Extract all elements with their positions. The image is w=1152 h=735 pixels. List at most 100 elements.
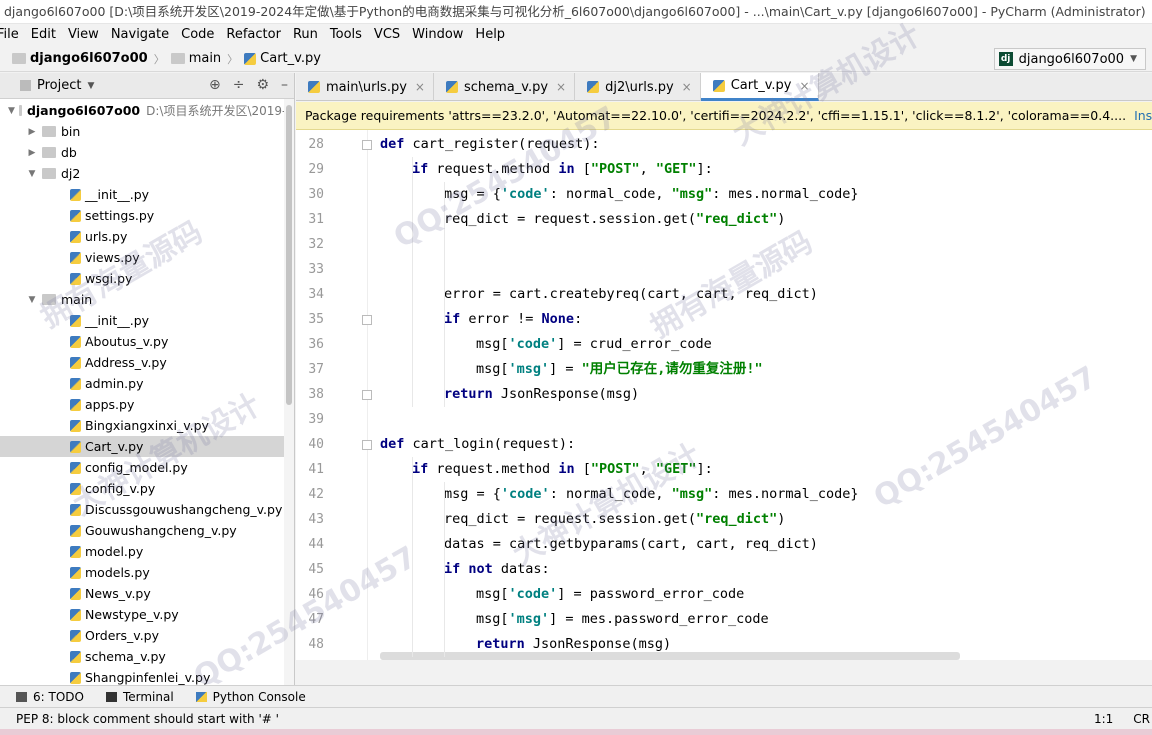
close-icon[interactable]: × <box>415 80 425 94</box>
code-editor[interactable]: 28 def cart_register(request): 29 if reques… <box>296 130 1152 660</box>
code-line[interactable]: if not datas: <box>444 557 550 582</box>
tab-main-urls[interactable]: main\urls.py × <box>296 73 434 101</box>
fold-marker-icon[interactable] <box>362 140 372 150</box>
chevron-right-icon[interactable]: ▶ <box>26 127 38 137</box>
tab-dj2-urls[interactable]: dj2\urls.py × <box>575 73 701 101</box>
tree-item-init-py[interactable]: __init__.py <box>0 310 294 331</box>
code-line[interactable]: msg['code'] = crud_error_code <box>476 332 712 357</box>
code-line[interactable]: return JsonResponse(msg) <box>444 382 639 407</box>
line-separator[interactable]: CR <box>1133 708 1150 730</box>
close-icon[interactable]: × <box>556 80 566 94</box>
terminal-tool-button[interactable]: Terminal <box>105 690 174 704</box>
code-token: "POST" <box>590 161 640 177</box>
menu-run[interactable]: Run <box>287 24 324 46</box>
close-icon[interactable]: × <box>799 79 809 93</box>
tab-cart-v[interactable]: Cart_v.py × <box>700 73 819 101</box>
menu-window[interactable]: Window <box>406 24 469 46</box>
tree-item-apps-py[interactable]: apps.py <box>0 394 294 415</box>
tree-item-cart-v-py[interactable]: Cart_v.py <box>0 436 294 457</box>
chevron-down-icon[interactable]: ▼ <box>8 106 15 116</box>
tree-item-config-v-py[interactable]: config_v.py <box>0 478 294 499</box>
code-line[interactable]: req_dict = request.session.get("req_dict… <box>444 507 785 532</box>
code-line[interactable]: msg['msg'] = mes.password_error_code <box>476 607 769 632</box>
fold-marker-icon[interactable] <box>362 390 372 400</box>
menu-tools[interactable]: Tools <box>324 24 368 46</box>
menu-file[interactable]: File <box>0 24 25 46</box>
code-line[interactable]: if request.method in ["POST", "GET"]: <box>412 157 713 182</box>
close-icon[interactable]: × <box>682 80 692 94</box>
tree-item-label: __init__.py <box>85 187 150 202</box>
menu-code[interactable]: Code <box>175 24 220 46</box>
tree-root[interactable]: ▼ django6l607o00 D:\项目系统开发区\2019-2 <box>0 100 294 121</box>
chevron-right-icon[interactable]: ▶ <box>26 148 38 158</box>
project-scrollbar[interactable] <box>284 99 294 685</box>
menu-view[interactable]: View <box>62 24 105 46</box>
code-line[interactable]: datas = cart.getbyparams(cart, cart, req… <box>444 532 818 557</box>
code-line[interactable]: error = cart.createbyreq(cart, cart, req… <box>444 282 818 307</box>
scrollbar-thumb[interactable] <box>286 105 292 405</box>
tree-item-orders-v-py[interactable]: Orders_v.py <box>0 625 294 646</box>
tree-item-newstype-v-py[interactable]: Newstype_v.py <box>0 604 294 625</box>
tree-item-dj2[interactable]: ▼ dj2 <box>0 163 294 184</box>
tree-item-bingxiangxinxi-v-py[interactable]: Bingxiangxinxi_v.py <box>0 415 294 436</box>
menu-refactor[interactable]: Refactor <box>220 24 287 46</box>
fold-marker-icon[interactable] <box>362 440 372 450</box>
tree-item-label: __init__.py <box>85 313 150 328</box>
tree-item-label: urls.py <box>85 229 128 244</box>
breadcrumb-folder[interactable]: main <box>189 51 221 66</box>
fold-marker-icon[interactable] <box>362 315 372 325</box>
menu-vcs[interactable]: VCS <box>368 24 406 46</box>
tree-item-db[interactable]: ▶ db <box>0 142 294 163</box>
code-line[interactable]: req_dict = request.session.get("req_dict… <box>444 207 785 232</box>
menu-edit[interactable]: Edit <box>25 24 62 46</box>
tree-item-admin-py[interactable]: admin.py <box>0 373 294 394</box>
code-line[interactable]: if error != None: <box>444 307 582 332</box>
tree-item-address-v-py[interactable]: Address_v.py <box>0 352 294 373</box>
tree-item-discussgouwushangcheng-v-py[interactable]: Discussgouwushangcheng_v.py <box>0 499 294 520</box>
gear-icon[interactable]: ⚙ <box>256 77 269 93</box>
tree-item-settings-py[interactable]: settings.py <box>0 205 294 226</box>
tree-item-models-py[interactable]: models.py <box>0 562 294 583</box>
tree-item-news-v-py[interactable]: News_v.py <box>0 583 294 604</box>
tree-item-bin[interactable]: ▶ bin <box>0 121 294 142</box>
tree-item-gouwushangcheng-v-py[interactable]: Gouwushangcheng_v.py <box>0 520 294 541</box>
todo-tool-button[interactable]: 6: TODO <box>16 690 84 704</box>
chevron-down-icon[interactable]: ▼ <box>26 169 38 179</box>
breadcrumb-project[interactable]: django6l607o00 <box>30 51 148 66</box>
tree-item-shangpinfenlei-v-py[interactable]: Shangpinfenlei_v.py <box>0 667 294 685</box>
tree-item-label: dj2 <box>61 166 81 181</box>
tree-item-wsgi-py[interactable]: wsgi.py <box>0 268 294 289</box>
code-line[interactable]: msg = {'code': normal_code, "msg": mes.n… <box>444 182 859 207</box>
tree-item-init-py[interactable]: __init__.py <box>0 184 294 205</box>
breadcrumb-file[interactable]: Cart_v.py <box>260 51 321 66</box>
menu-help[interactable]: Help <box>469 24 511 46</box>
tree-item-aboutus-v-py[interactable]: Aboutus_v.py <box>0 331 294 352</box>
code-line[interactable]: if request.method in ["POST", "GET"]: <box>412 457 713 482</box>
tree-item-schema-v-py[interactable]: schema_v.py <box>0 646 294 667</box>
code-line[interactable]: msg['msg'] = "用户已存在,请勿重复注册!" <box>476 357 763 382</box>
install-requirements-link[interactable]: Install requirements <box>1134 108 1152 123</box>
tree-item-model-py[interactable]: model.py <box>0 541 294 562</box>
tree-item-views-py[interactable]: views.py <box>0 247 294 268</box>
tree-item-urls-py[interactable]: urls.py <box>0 226 294 247</box>
tree-item-config-model-py[interactable]: config_model.py <box>0 457 294 478</box>
project-view-selector[interactable]: Project ▼ <box>0 78 94 93</box>
code-line[interactable]: msg['code'] = password_error_code <box>476 582 744 607</box>
locate-icon[interactable]: ⊕ <box>209 77 221 93</box>
tab-schema-v[interactable]: schema_v.py × <box>434 73 576 101</box>
code-line[interactable]: def cart_register(request): <box>380 132 599 157</box>
code-token: "GET" <box>655 161 697 177</box>
code-line[interactable]: def cart_login(request): <box>380 432 575 457</box>
hide-icon[interactable]: – <box>281 77 288 93</box>
tree-item-main[interactable]: ▼ main <box>0 289 294 310</box>
code-line[interactable]: msg = {'code': normal_code, "msg": mes.n… <box>444 482 859 507</box>
code-line[interactable]: return JsonResponse(msg) <box>476 632 671 657</box>
collapse-icon[interactable]: ÷ <box>233 77 245 93</box>
run-configuration-select[interactable]: dj django6l607o00 ▼ <box>993 48 1146 70</box>
caret-position[interactable]: 1:1 <box>1094 708 1113 730</box>
chevron-down-icon[interactable]: ▼ <box>26 295 38 305</box>
line-number: 39 <box>308 412 324 427</box>
menu-navigate[interactable]: Navigate <box>105 24 175 46</box>
python-console-tool-button[interactable]: Python Console <box>195 690 306 704</box>
python-file-icon <box>70 440 81 453</box>
